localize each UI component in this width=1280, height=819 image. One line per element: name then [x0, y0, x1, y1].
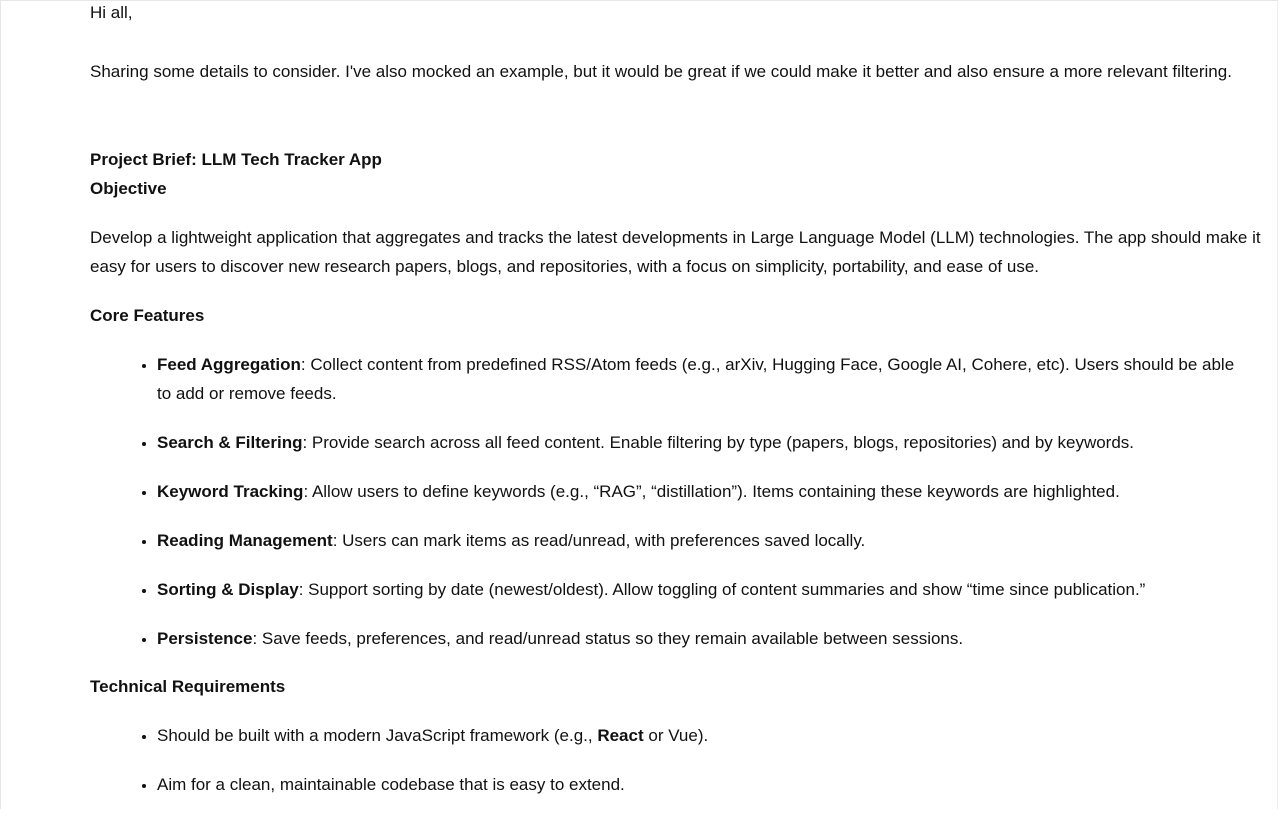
list-item: Persistence: Save feeds, preferences, an… [157, 624, 1247, 653]
feature-term: Keyword Tracking [157, 482, 304, 501]
feature-text: : Save feeds, preferences, and read/unre… [252, 629, 964, 648]
feature-term: Sorting & Display [157, 580, 299, 599]
core-features-list: Feed Aggregation: Collect content from p… [138, 350, 1247, 673]
feature-term: Search & Filtering [157, 433, 303, 452]
feature-text: : Allow users to define keywords (e.g., … [303, 482, 1120, 501]
requirement-text: Aim for a clean, maintainable codebase t… [157, 775, 625, 794]
technical-requirements-heading: Technical Requirements [90, 677, 286, 696]
core-features-heading: Core Features [90, 306, 205, 325]
brief-title: Project Brief: LLM Tech Tracker App [90, 150, 382, 169]
requirement-text: Should be built with a modern JavaScript… [157, 726, 598, 745]
technical-requirements-list: Should be built with a modern JavaScript… [138, 721, 1247, 819]
list-item: Should be built with a modern JavaScript… [157, 721, 1247, 750]
list-item: Reading Management: Users can mark items… [157, 526, 1247, 555]
list-item: Aim for a clean, maintainable codebase t… [157, 770, 1247, 799]
feature-term: Persistence [157, 629, 253, 648]
list-item: Keyword Tracking: Allow users to define … [157, 477, 1247, 506]
feature-text: : Provide search across all feed content… [302, 433, 1135, 452]
objective-paragraph: Develop a lightweight application that a… [90, 228, 1261, 276]
feature-text: : Support sorting by date (newest/oldest… [298, 580, 1146, 599]
feature-text: : Users can mark items as read/unread, w… [332, 531, 866, 550]
objective-heading: Objective [90, 179, 167, 198]
list-item: Feed Aggregation: Collect content from p… [157, 350, 1247, 408]
list-item: Search & Filtering: Provide search acros… [157, 428, 1247, 457]
feature-text: : Collect content from predefined RSS/At… [157, 355, 1235, 403]
intro-paragraph: Sharing some details to consider. I've a… [90, 62, 1232, 81]
greeting: Hi all, [90, 3, 133, 22]
requirement-bold: React [597, 726, 644, 745]
list-item: Sorting & Display: Support sorting by da… [157, 575, 1247, 604]
feature-term: Reading Management [157, 531, 333, 550]
requirement-text: or Vue). [643, 726, 709, 745]
feature-term: Feed Aggregation [157, 355, 301, 374]
